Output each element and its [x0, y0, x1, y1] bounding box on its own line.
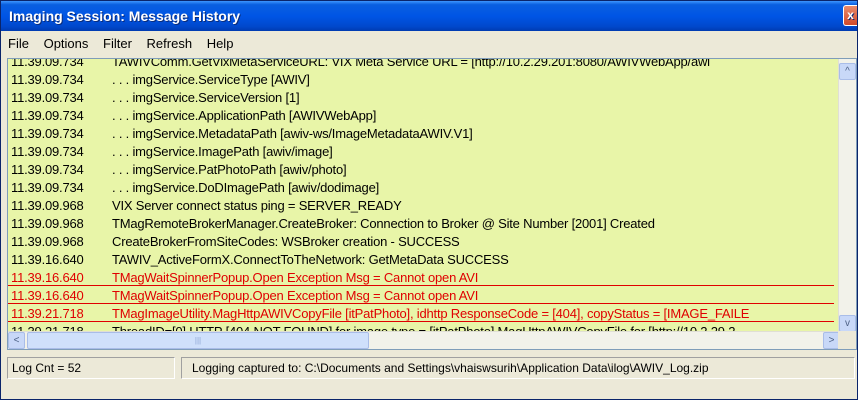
log-line[interactable]: 11.39.16.640 TMagWaitSpinnerPopup.Open Ex… [8, 269, 834, 287]
menu-help[interactable]: Help [200, 31, 238, 57]
logging-status: Logging captured to: C:\Documents and Se… [181, 357, 855, 379]
log-line[interactable]: 11.39.09.734 . . . imgService.MetadataPat… [8, 125, 834, 143]
log-message: TMagWaitSpinnerPopup.Open Exception Msg … [112, 288, 479, 303]
log-message: TMagWaitSpinnerPopup.Open Exception Msg … [112, 270, 479, 285]
log-line[interactable]: 11.39.09.968 TMagRemoteBrokerManager.Crea… [8, 215, 834, 233]
log-lines: 11.39.09.734 TAWIVComm.GetVixMetaServiceU… [8, 58, 834, 343]
log-message: TAWIV_ActiveFormX.ConnectToTheNetwork: G… [112, 252, 509, 267]
log-message: TMagRemoteBrokerManager.CreateBroker: Co… [112, 216, 655, 231]
log-line[interactable]: 11.39.09.968 CreateBrokerFromSiteCodes: W… [8, 233, 834, 251]
menu-options[interactable]: Options [37, 31, 93, 57]
log-timestamp: 11.39.09.734 [11, 180, 84, 195]
log-timestamp: 11.39.09.734 [11, 108, 84, 123]
log-timestamp: 11.39.16.640 [11, 288, 84, 303]
scroll-down-button[interactable]: v [839, 315, 856, 332]
log-line[interactable]: 11.39.09.734 . . . imgService.ServiceVers… [8, 89, 834, 107]
log-timestamp: 11.39.09.734 [11, 144, 84, 159]
log-line[interactable]: 11.39.09.734 . . . imgService.ServiceType… [8, 71, 834, 89]
log-line[interactable]: 11.39.09.734 TAWIVComm.GetVixMetaServiceU… [8, 58, 834, 71]
horizontal-scroll-thumb[interactable]: ||| [27, 332, 369, 349]
menu-filter[interactable]: Filter [96, 31, 136, 57]
log-list[interactable]: 11.39.09.734 TAWIVComm.GetVixMetaServiceU… [7, 58, 857, 350]
close-button[interactable]: x [843, 5, 857, 26]
log-message: . . . imgService.MetadataPath [awiv-ws/I… [112, 126, 473, 141]
message-history-window: Imaging Session: Message History x File … [0, 0, 858, 400]
log-message: . . . imgService.ServiceType [AWIV] [112, 72, 310, 87]
log-message: CreateBrokerFromSiteCodes: WSBroker crea… [112, 234, 460, 249]
log-timestamp: 11.39.09.734 [11, 58, 84, 69]
log-line[interactable]: 11.39.16.640 TMagWaitSpinnerPopup.Open Ex… [8, 287, 834, 305]
log-message: VIX Server connect status ping = SERVER_… [112, 198, 402, 213]
log-message: . . . imgService.ApplicationPath [AWIVWe… [112, 108, 377, 123]
log-message: . . . imgService.ServiceVersion [1] [112, 90, 300, 105]
scroll-left-button[interactable]: < [8, 332, 25, 349]
log-message: . . . imgService.PatPhotoPath [awiv/phot… [112, 162, 347, 177]
log-timestamp: 11.39.09.734 [11, 162, 84, 177]
log-line[interactable]: 11.39.16.640 TAWIV_ActiveFormX.ConnectToT… [8, 251, 834, 269]
menu-bar: File Options Filter Refresh Help [1, 31, 857, 57]
log-line[interactable]: 11.39.09.734 . . . imgService.ImagePath [… [8, 143, 834, 161]
log-line[interactable]: 11.39.09.734 . . . imgService.PatPhotoPat… [8, 161, 834, 179]
log-timestamp: 11.39.16.640 [11, 252, 84, 267]
horizontal-scrollbar[interactable]: < ||| > [8, 331, 840, 349]
log-timestamp: 11.39.16.640 [11, 270, 84, 285]
menu-refresh[interactable]: Refresh [140, 31, 197, 57]
log-timestamp: 11.39.09.734 [11, 126, 84, 141]
menu-file[interactable]: File [1, 31, 33, 57]
log-message: . . . imgService.DoDImagePath [awiv/dodi… [112, 180, 380, 195]
log-timestamp: 11.39.21.718 [11, 306, 84, 321]
log-message: . . . imgService.ImagePath [awiv/image] [112, 144, 333, 159]
log-line[interactable]: 11.39.09.734 . . . imgService.DoDImagePat… [8, 179, 834, 197]
scroll-up-button[interactable]: ^ [839, 63, 856, 80]
log-count: Log Cnt = 52 [7, 357, 175, 379]
log-line[interactable]: 11.39.09.968 VIX Server connect status pi… [8, 197, 834, 215]
log-timestamp: 11.39.09.968 [11, 234, 84, 249]
scrollbar-corner [838, 331, 856, 349]
log-timestamp: 11.39.09.968 [11, 198, 84, 213]
status-bar: Log Cnt = 52 Logging captured to: C:\Doc… [1, 353, 857, 381]
log-timestamp: 11.39.09.734 [11, 90, 84, 105]
log-message: TMagImageUtility.MagHttpAWIVCopyFile [it… [112, 306, 750, 321]
log-timestamp: 11.39.09.734 [11, 72, 84, 87]
window-title: Imaging Session: Message History [9, 8, 241, 24]
log-line[interactable]: 11.39.09.734 . . . imgService.Application… [8, 107, 834, 125]
log-line[interactable]: 11.39.21.718 TMagImageUtility.MagHttpAWIV… [8, 305, 834, 323]
vertical-scrollbar[interactable]: ^ v [838, 59, 856, 333]
log-message: TAWIVComm.GetVixMetaServiceURL: VIX Meta… [112, 58, 710, 69]
title-bar: Imaging Session: Message History x [1, 1, 857, 31]
log-timestamp: 11.39.09.968 [11, 216, 84, 231]
